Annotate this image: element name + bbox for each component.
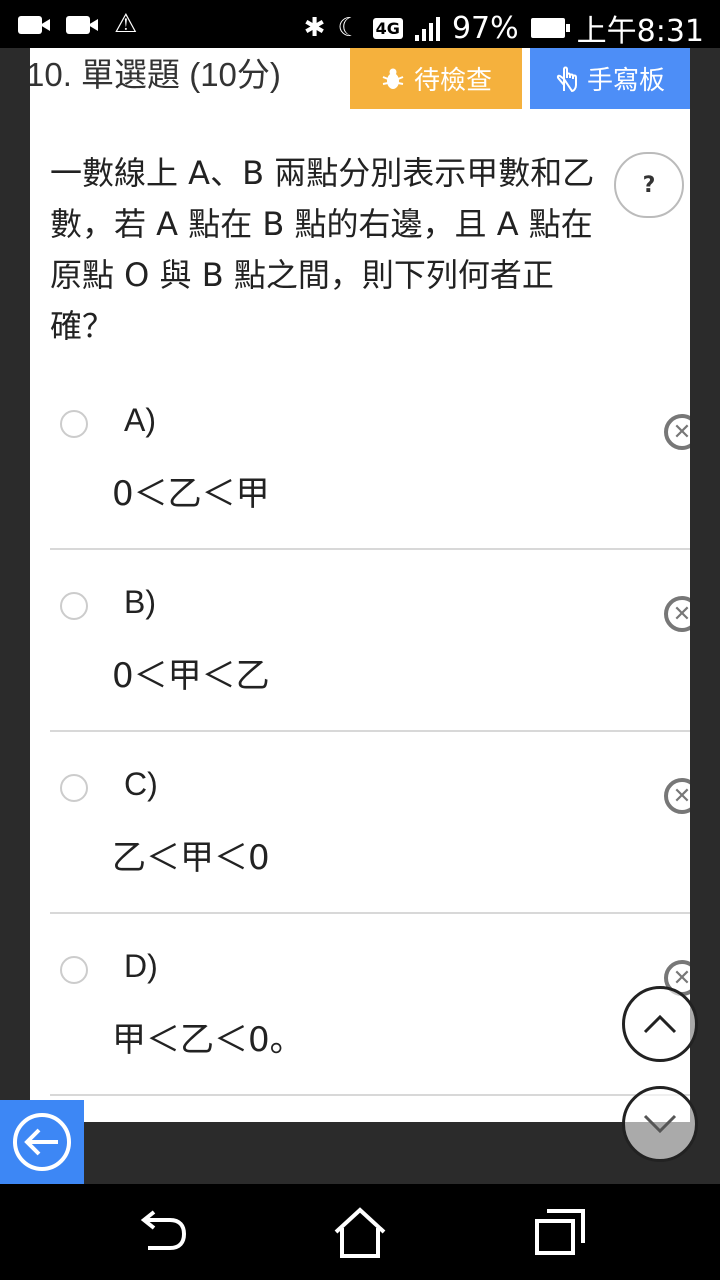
option-c-text: 乙＜甲＜0 (112, 838, 270, 878)
chevron-down-icon (643, 1114, 677, 1134)
back-arrow-icon (140, 1210, 186, 1250)
network-type: 4G (372, 17, 403, 39)
option-d[interactable]: D) 甲＜乙＜0。 (50, 914, 690, 1096)
warning-icon: ⚠ (114, 9, 138, 39)
option-c[interactable]: C) 乙＜甲＜0 (50, 732, 690, 914)
pending-check-label: 待檢查 (413, 66, 492, 96)
signal-icon (414, 15, 440, 41)
video-camera-icon (66, 14, 100, 34)
scroll-up-button[interactable] (622, 986, 698, 1062)
handwriting-board-label: 手寫板 (586, 66, 665, 96)
video-camera-icon (18, 14, 52, 34)
nav-home-button[interactable] (330, 1204, 390, 1260)
option-a-radio[interactable] (60, 410, 88, 438)
question-card: 10. 單選題 (10分) 待檢查 手寫板 一數線上 A、B 兩點分別表示甲數和… (30, 48, 690, 1122)
nav-recent-apps-button[interactable] (530, 1204, 590, 1260)
option-d-radio[interactable] (60, 956, 88, 984)
battery-percent: 97% (451, 10, 519, 46)
question-text: 一數線上 A、B 兩點分別表示甲數和乙數，若 A 點在 B 點的右邊，且 A 點… (50, 154, 595, 345)
option-c-label: C) (124, 766, 158, 802)
option-b-text: 0＜甲＜乙 (112, 656, 270, 696)
moon-icon: ☾ (337, 13, 361, 43)
question-header: 10. 單選題 (10分) (30, 56, 281, 93)
chevron-up-icon (643, 1014, 677, 1034)
battery-icon (530, 18, 570, 38)
help-button[interactable]: ? (614, 152, 684, 218)
option-b[interactable]: B) 0＜甲＜乙 (50, 550, 690, 732)
scroll-down-button[interactable] (622, 1086, 698, 1162)
option-d-text: 甲＜乙＜0。 (112, 1020, 304, 1060)
option-d-label: D) (124, 948, 158, 984)
back-button[interactable] (0, 1100, 84, 1184)
home-icon (334, 1207, 386, 1258)
status-bar: ⚠ ✱ ☾ 4G 97% 上午8:31 (0, 0, 720, 49)
option-a[interactable]: A) 0＜乙＜甲 (50, 368, 690, 550)
pending-check-button[interactable]: 待檢查 (350, 48, 522, 109)
navigation-bar (0, 1184, 720, 1280)
option-a-label: A) (124, 402, 156, 438)
clock: 上午8:31 (576, 14, 704, 49)
bug-icon (382, 68, 404, 89)
option-b-label: B) (124, 584, 156, 620)
option-a-text: 0＜乙＜甲 (112, 474, 270, 514)
hand-pointer-icon (556, 66, 577, 92)
recent-apps-icon (535, 1209, 585, 1255)
handwriting-board-button[interactable]: 手寫板 (530, 48, 690, 109)
option-c-radio[interactable] (60, 774, 88, 802)
arrow-left-circle-icon (13, 1113, 71, 1171)
nav-back-button[interactable] (130, 1204, 190, 1260)
bluetooth-icon: ✱ (303, 13, 326, 43)
option-b-radio[interactable] (60, 592, 88, 620)
